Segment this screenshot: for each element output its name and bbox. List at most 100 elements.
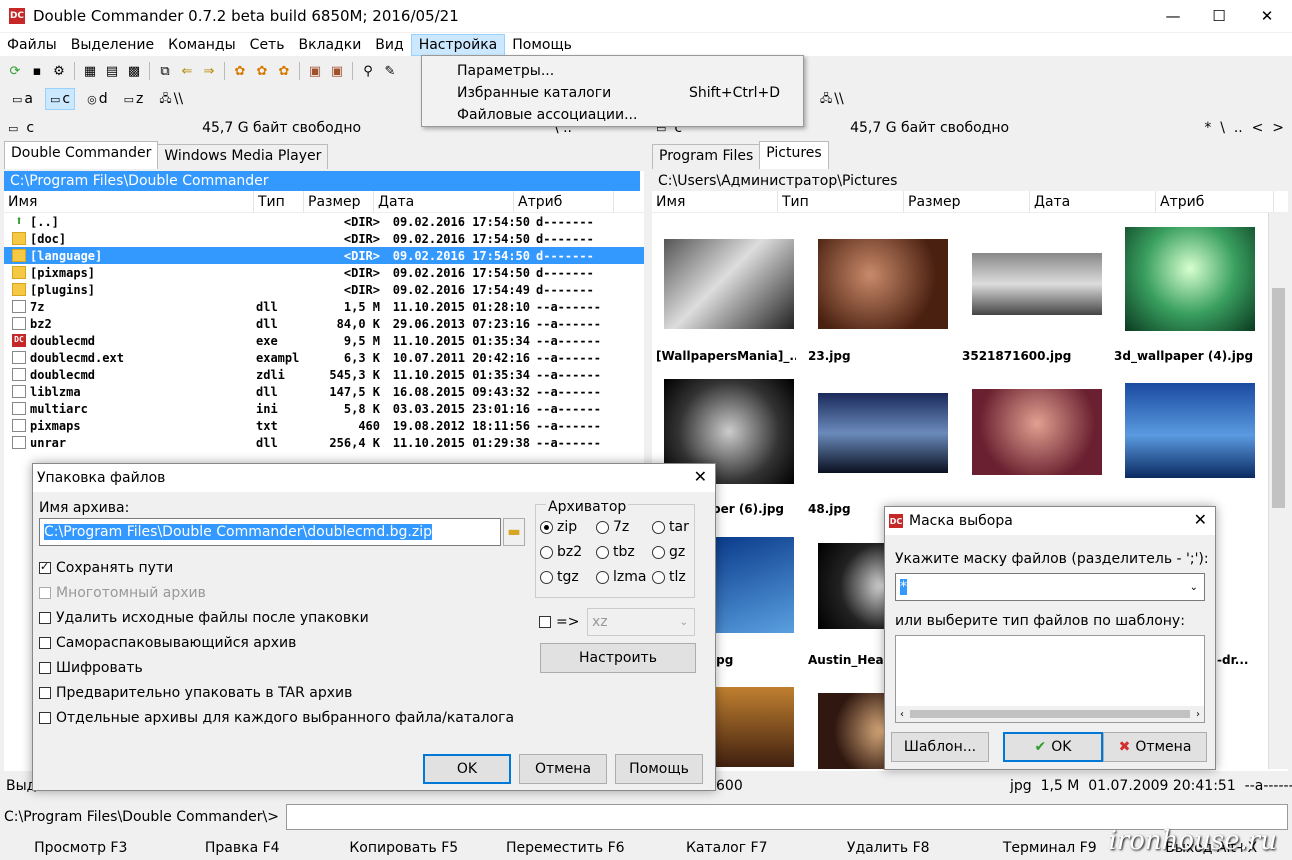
- left-path-bar[interactable]: C:\Program Files\Double Commander: [4, 171, 640, 191]
- brief-view-icon[interactable]: ▦: [80, 61, 100, 81]
- archiver-radio-zip[interactable]: zip: [540, 519, 577, 535]
- unpack-icon[interactable]: ▣: [327, 61, 347, 81]
- browse-folder-icon[interactable]: ▬: [503, 518, 525, 546]
- archiver-radio-tbz[interactable]: tbz: [596, 544, 635, 560]
- drive-c[interactable]: ▭ c: [45, 88, 76, 110]
- file-row[interactable]: 7z dll 1,5 M 11.10.2015 01:28:10 --a------: [4, 298, 644, 315]
- close-button[interactable]: ✕: [1244, 0, 1290, 32]
- pack-icon[interactable]: ▣: [305, 61, 325, 81]
- chevron-left-icon[interactable]: ‹: [900, 709, 904, 720]
- f9-terminal-button[interactable]: Терминал F9: [969, 840, 1131, 856]
- col-name[interactable]: Имя: [4, 190, 254, 213]
- right-nav-buttons[interactable]: * \ .. < >: [1204, 120, 1284, 136]
- f5-copy-button[interactable]: Копировать F5: [323, 840, 485, 856]
- chevron-right-icon[interactable]: ›: [1196, 709, 1200, 720]
- mask-combobox[interactable]: * ⌄: [895, 573, 1205, 601]
- archiver-radio-7z[interactable]: 7z: [596, 519, 629, 535]
- mask-ok-button[interactable]: ✔ OK: [1003, 732, 1103, 762]
- f7-mkdir-button[interactable]: Каталог F7: [646, 840, 808, 856]
- file-row[interactable]: doublecmd.ext exampl 6,3 K 10.07.2011 20:42…: [4, 349, 644, 366]
- tab-program-files[interactable]: Program Files: [652, 144, 761, 169]
- maximize-button[interactable]: ☐: [1196, 0, 1242, 32]
- thumbnail-image[interactable]: [818, 239, 948, 329]
- tab-pictures[interactable]: Pictures: [759, 141, 829, 169]
- pack-option-checkbox[interactable]: Самораспаковывающийся архив: [39, 635, 296, 651]
- right-scrollbar[interactable]: [1268, 213, 1288, 769]
- col-type[interactable]: Тип: [254, 190, 304, 213]
- f4-edit-button[interactable]: Правка F4: [162, 840, 324, 856]
- file-row[interactable]: [pixmaps] <DIR> 09.02.2016 17:54:50 d------…: [4, 264, 644, 281]
- menu-help[interactable]: Помощь: [505, 34, 579, 56]
- file-row[interactable]: ⬆ [..] <DIR> 09.02.2016 17:54:50 d-------: [4, 213, 644, 230]
- scrollbar-thumb[interactable]: [910, 710, 1190, 718]
- menu-item-file-associations[interactable]: Файловые ассоциации...: [422, 104, 803, 126]
- archiver-radio-lzma[interactable]: lzma: [596, 569, 646, 585]
- menu-commands[interactable]: Команды: [161, 34, 243, 56]
- scrollbar-thumb[interactable]: [1272, 288, 1285, 508]
- edit-icon[interactable]: ✎: [380, 61, 400, 81]
- col-type[interactable]: Тип: [778, 190, 904, 213]
- options-icon[interactable]: ⚙: [49, 61, 69, 81]
- col-date[interactable]: Дата: [374, 190, 514, 213]
- col-size[interactable]: Размер: [304, 190, 374, 213]
- file-row[interactable]: [plugins] <DIR> 09.02.2016 17:54:49 d------…: [4, 281, 644, 298]
- thumbnail-image[interactable]: [818, 393, 948, 473]
- tab-windows-media-player[interactable]: Windows Media Player: [157, 144, 329, 169]
- copy-left-icon[interactable]: ⇐: [177, 61, 197, 81]
- pack-option-checkbox[interactable]: Сохранять пути: [39, 560, 173, 576]
- drive-network[interactable]: 🖧 \\: [155, 88, 187, 110]
- file-row[interactable]: [language] <DIR> 09.02.2016 17:54:50 d-----…: [4, 247, 644, 264]
- thumbnail-image[interactable]: [712, 687, 794, 767]
- terminal-icon[interactable]: ▪: [27, 61, 47, 81]
- file-row[interactable]: pixmaps txt 460 19.08.2012 18:11:56 --a-----…: [4, 417, 644, 434]
- copy-right-icon[interactable]: ⇒: [199, 61, 219, 81]
- refresh-icon[interactable]: ⟳: [5, 61, 25, 81]
- configure-button[interactable]: Настроить: [540, 643, 696, 673]
- drive-d[interactable]: ◎ d: [83, 88, 112, 110]
- file-row[interactable]: DC doublecmd exe 9,5 M 11.10.2015 01:35:34 --…: [4, 332, 644, 349]
- close-icon[interactable]: ✕: [1194, 510, 1207, 529]
- xz-select[interactable]: xz ⌄: [587, 608, 695, 636]
- thumbnail-image[interactable]: [712, 537, 794, 633]
- pack-option-checkbox[interactable]: Удалить исходные файлы после упаковки: [39, 610, 369, 626]
- template-button[interactable]: Шаблон...: [891, 732, 989, 762]
- thumbnail-view-icon[interactable]: ▩: [124, 61, 144, 81]
- menu-network[interactable]: Сеть: [243, 34, 292, 56]
- right-path-bar[interactable]: C:\Users\Администратор\Pictures: [652, 171, 1288, 191]
- close-icon[interactable]: ✕: [694, 467, 707, 486]
- archive-name-field[interactable]: C:\Program Files\Double Commander\double…: [39, 518, 501, 546]
- pack-option-checkbox[interactable]: Шифровать: [39, 660, 143, 676]
- file-row[interactable]: bz2 dll 84,0 K 29.06.2013 07:23:16 --a------: [4, 315, 644, 332]
- thumbnail-image[interactable]: [972, 389, 1102, 475]
- unselect-icon[interactable]: ✿: [274, 61, 294, 81]
- drive-network[interactable]: 🖧 \\: [816, 88, 848, 110]
- menu-settings[interactable]: Настройка: [410, 33, 506, 56]
- minimize-button[interactable]: —: [1150, 0, 1196, 32]
- col-size[interactable]: Размер: [904, 190, 1030, 213]
- archiver-radio-tlz[interactable]: tlz: [652, 569, 686, 585]
- thumbnail-image[interactable]: [664, 239, 794, 329]
- menu-selection[interactable]: Выделение: [64, 34, 161, 56]
- drive-z[interactable]: ▭ z: [120, 88, 148, 110]
- thumbnail-image[interactable]: [972, 253, 1102, 315]
- help-button[interactable]: Помощь: [615, 754, 703, 784]
- archiver-radio-tar[interactable]: tar: [652, 519, 689, 535]
- menu-item-favorite-dirs[interactable]: Избранные каталоги Shift+Ctrl+D: [422, 82, 803, 104]
- file-row[interactable]: liblzma dll 147,5 K 16.08.2015 09:43:32 --a-…: [4, 383, 644, 400]
- col-attr[interactable]: Атриб: [1156, 190, 1274, 213]
- compare-icon[interactable]: ⧉: [155, 61, 175, 81]
- menu-view[interactable]: Вид: [368, 34, 410, 56]
- menu-files[interactable]: Файлы: [0, 34, 64, 56]
- extra-packer-checkbox[interactable]: =>: [539, 614, 579, 630]
- menu-item-options[interactable]: Параметры...: [422, 60, 803, 82]
- pack-option-checkbox[interactable]: Отдельные архивы для каждого выбранного …: [39, 710, 514, 726]
- col-name[interactable]: Имя: [652, 190, 778, 213]
- f3-view-button[interactable]: Просмотр F3: [0, 840, 162, 856]
- archiver-radio-tgz[interactable]: tgz: [540, 569, 579, 585]
- col-date[interactable]: Дата: [1030, 190, 1156, 213]
- horizontal-scrollbar[interactable]: ‹ ›: [896, 706, 1204, 722]
- menu-tabs[interactable]: Вкладки: [291, 34, 368, 56]
- col-attr[interactable]: Атриб: [514, 190, 614, 213]
- full-view-icon[interactable]: ▤: [102, 61, 122, 81]
- mask-cancel-button[interactable]: ✖ Отмена: [1103, 732, 1207, 762]
